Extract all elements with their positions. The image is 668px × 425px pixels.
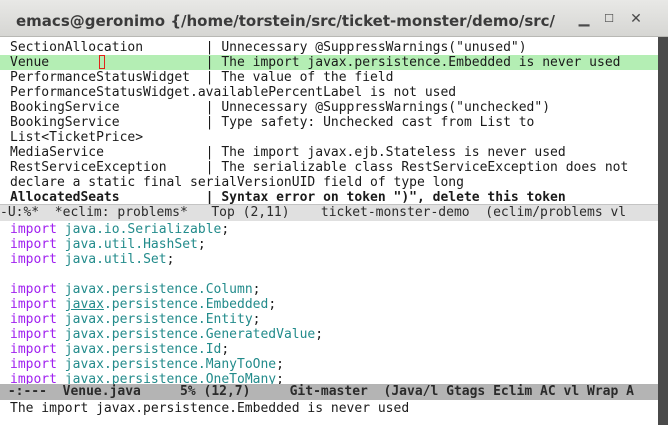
- keyword: import: [10, 252, 57, 267]
- problem-row[interactable]: List<TicketPrice>: [10, 130, 143, 145]
- class-name: GeneratedValue: [205, 327, 316, 342]
- semicolon: ;: [268, 297, 277, 312]
- package-path: .persistence.: [103, 282, 206, 297]
- keyword: import: [10, 312, 57, 327]
- semicolon: ;: [221, 342, 230, 357]
- keyword: import: [10, 342, 57, 357]
- keyword: import: [10, 357, 57, 372]
- class-name: Entity: [205, 312, 253, 327]
- minibuffer-message: The import javax.persistence.Embedded is…: [10, 401, 410, 416]
- keyword: import: [10, 297, 57, 312]
- title-bar[interactable]: emacs@geronimo {/home/torstein/src/ticke…: [0, 0, 668, 37]
- package-name: javax: [64, 342, 104, 357]
- semicolon: ;: [166, 252, 175, 267]
- class-name: Column: [205, 282, 253, 297]
- semicolon: ;: [276, 357, 284, 372]
- problem-row[interactable]: PerformanceStatusWidget | The value of t…: [10, 70, 394, 85]
- problem-row[interactable]: AllocatedSeats | Syntax error on token "…: [10, 190, 566, 205]
- semicolon: ;: [221, 222, 230, 237]
- semicolon: ;: [276, 372, 284, 384]
- package-name: javax: [64, 327, 104, 342]
- keyword: import: [10, 327, 57, 342]
- package-name: java: [64, 222, 97, 237]
- class-name: ManyToOne: [205, 357, 277, 372]
- package-path: .persistence.: [103, 297, 206, 312]
- package-name-unused: javax: [64, 297, 104, 312]
- problem-row[interactable]: MediaService | The import javax.ejb.Stat…: [10, 145, 566, 160]
- problem-row[interactable]: SectionAllocation | Unnecessary @Suppres…: [10, 40, 527, 55]
- code-line[interactable]: import javax.persistence.ManyToOne;: [10, 357, 284, 372]
- code-line[interactable]: import java.util.Set;: [10, 252, 174, 267]
- class-name: Id: [205, 342, 222, 357]
- keyword: import: [10, 282, 57, 297]
- package-path: .persistence.: [103, 312, 206, 327]
- code-line[interactable]: import javax.persistence.GeneratedValue;: [10, 327, 323, 342]
- problem-row[interactable]: PerformanceStatusWidget.availablePercent…: [10, 85, 456, 100]
- package-name: javax: [64, 357, 104, 372]
- keyword: import: [10, 372, 57, 384]
- problem-row[interactable]: declare a static final serialVersionUID …: [10, 175, 464, 190]
- package-name: java: [64, 237, 97, 252]
- code-line-current[interactable]: import javax.persistence.Embedded;: [10, 297, 276, 312]
- code-line[interactable]: import javax.persistence.Id;: [10, 342, 229, 357]
- package-path: .io.: [96, 222, 128, 237]
- class-name: Serializable: [127, 222, 222, 237]
- emacs-window: emacs@geronimo {/home/torstein/src/ticke…: [0, 0, 668, 425]
- package-path: .persistence.: [103, 357, 206, 372]
- window-border: [658, 37, 668, 425]
- problem-row[interactable]: BookingService | Unnecessary @SuppressWa…: [10, 100, 550, 115]
- code-line[interactable]: import javax.persistence.Entity;: [10, 312, 260, 327]
- code-line[interactable]: import javax.persistence.Column;: [10, 282, 260, 297]
- problem-row[interactable]: BookingService | Type safety: Unchecked …: [10, 115, 534, 130]
- package-path: .util.: [96, 237, 144, 252]
- keyword: import: [10, 237, 57, 252]
- maximize-icon[interactable]: ☐: [600, 10, 618, 28]
- package-name: javax: [64, 312, 104, 327]
- code-line[interactable]: import java.util.HashSet;: [10, 237, 206, 252]
- class-name: OneToMany: [205, 372, 277, 384]
- package-path: .persistence.: [103, 372, 206, 384]
- class-name: Set: [143, 252, 167, 267]
- problem-row[interactable]: RestServiceException | The serializable …: [10, 160, 628, 175]
- package-path: .util.: [96, 252, 144, 267]
- problem-row-selected[interactable]: Venue | The import javax.persistence.Emb…: [10, 55, 620, 70]
- class-name: HashSet: [143, 237, 198, 252]
- semicolon: ;: [252, 312, 261, 327]
- semicolon: ;: [252, 282, 261, 297]
- minimize-icon[interactable]: ▁: [575, 10, 593, 28]
- package-path: .persistence.: [103, 342, 206, 357]
- code-line[interactable]: import javax.persistence.OneToMany;: [10, 372, 284, 384]
- close-icon[interactable]: ✕: [627, 10, 645, 28]
- keyword: import: [10, 222, 57, 237]
- package-name: javax: [64, 282, 104, 297]
- package-path: .persistence.: [103, 327, 206, 342]
- package-name: java: [64, 252, 97, 267]
- package-name: javax: [64, 372, 104, 384]
- mode-line-problems[interactable]: -U:%* *eclim: problems* Top (2,11) ticke…: [0, 204, 658, 221]
- window-title: emacs@geronimo {/home/torstein/src/ticke…: [16, 12, 556, 30]
- code-line[interactable]: import java.io.Serializable;: [10, 222, 229, 237]
- semicolon: ;: [315, 327, 324, 342]
- emacs-frame[interactable]: SectionAllocation | Unnecessary @Suppres…: [0, 37, 668, 425]
- mode-line-venue[interactable]: -:--- Venue.java 5% (12,7) Git-master (J…: [0, 384, 658, 400]
- class-name: Embedded: [205, 297, 269, 312]
- semicolon: ;: [197, 237, 206, 252]
